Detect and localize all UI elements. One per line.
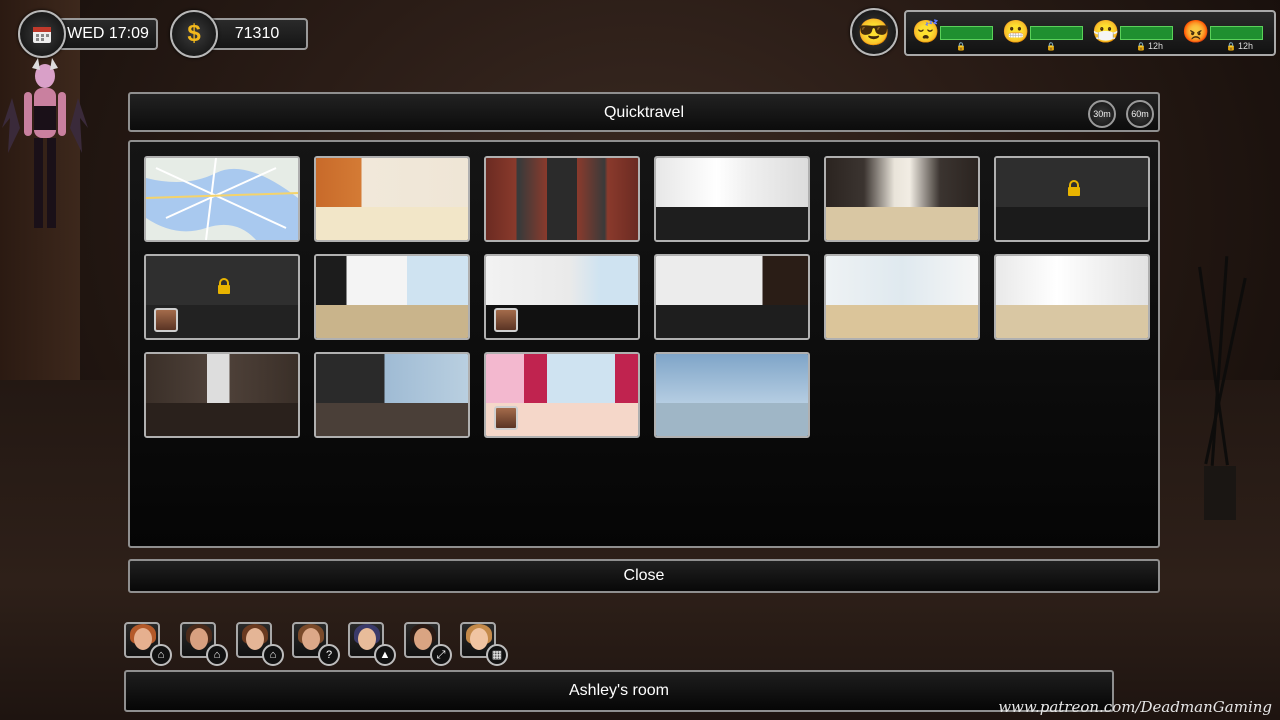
location-tile-hallway[interactable]	[654, 156, 810, 242]
current-location-label: Ashley's room	[124, 670, 1114, 712]
skip-30m-button[interactable]: 30m	[1088, 100, 1116, 128]
sunglasses-face-icon: 😎	[857, 16, 891, 47]
quicktravel-panel	[128, 140, 1160, 548]
location-tile-dark-room-locked[interactable]	[144, 254, 300, 340]
watermark: www.patreon.com/DeadmanGaming	[998, 698, 1272, 716]
datetime-display: WED 17:09	[58, 18, 158, 50]
money-text: 71310	[234, 25, 280, 42]
angry-face-icon: 😡	[1182, 19, 1210, 44]
calendar-button[interactable]	[18, 10, 66, 58]
need-meter[interactable]: 😷 🔒 12h	[1092, 16, 1180, 51]
mood-button[interactable]: 😎	[850, 8, 898, 56]
character-portrait	[494, 406, 518, 430]
building-icon: ▦	[486, 644, 508, 666]
need-meter[interactable]: 😬 🔒	[1002, 16, 1090, 51]
close-button[interactable]: Close	[128, 559, 1160, 593]
location-tile-kitchen[interactable]	[484, 254, 640, 340]
home-icon: ⌂	[206, 644, 228, 666]
money-button[interactable]: $	[170, 10, 218, 58]
skip-60m-button[interactable]: 60m	[1126, 100, 1154, 128]
location-tile-living-room[interactable]	[314, 254, 470, 340]
character-portrait	[494, 308, 518, 332]
police-hat-icon: ▲	[374, 644, 396, 666]
lock-icon: 🔒	[1136, 42, 1146, 51]
location-tile-bathroom[interactable]	[314, 352, 470, 438]
location-tile-bedroom-locked[interactable]	[994, 156, 1150, 242]
demon-character[interactable]	[2, 58, 88, 236]
location-tile-ashleys-room[interactable]	[484, 352, 640, 438]
need-bar	[940, 26, 993, 40]
need-timer: 12h	[1148, 41, 1164, 51]
location-tile-corridor[interactable]	[824, 156, 980, 242]
location-tile-tv-lounge[interactable]	[654, 254, 810, 340]
need-bar	[1210, 26, 1263, 40]
need-bar	[1030, 26, 1083, 40]
character-portrait	[154, 308, 178, 332]
calendar-icon	[33, 27, 51, 43]
home-icon: ⌂	[150, 644, 172, 666]
lock-icon: 🔒	[956, 42, 966, 51]
lock-icon	[1068, 180, 1080, 196]
need-meter[interactable]: 😴 🔒	[912, 16, 1000, 51]
lock-icon: 🔒	[1226, 42, 1236, 51]
quicktravel-title: Quicktravel	[603, 104, 685, 121]
dollar-icon: $	[187, 20, 201, 47]
decor-plant	[1198, 256, 1247, 520]
sleepy-face-icon: 😴	[912, 19, 940, 44]
lock-icon: 🔒	[1046, 42, 1056, 51]
location-tile-elevator[interactable]	[484, 156, 640, 242]
location-tile-lobby[interactable]	[314, 156, 470, 242]
need-timer: 12h	[1238, 41, 1254, 51]
location-tile-white-hallway[interactable]	[994, 254, 1150, 340]
home-icon: ⌂	[262, 644, 284, 666]
mask-face-icon: 😷	[1092, 19, 1120, 44]
expand-icon: ⤢	[430, 644, 452, 666]
need-bar	[1120, 26, 1173, 40]
needs-panel: 😴 🔒 😬 🔒 😷 🔒 12h 😡 🔒 12h	[904, 10, 1276, 56]
location-tile-city-view[interactable]	[654, 352, 810, 438]
location-tile-city-map[interactable]	[144, 156, 300, 242]
location-tile-stairs[interactable]	[824, 254, 980, 340]
need-meter[interactable]: 😡 🔒 12h	[1182, 16, 1270, 51]
datetime-text: WED 17:09	[67, 25, 149, 42]
money-display: 71310	[206, 18, 308, 50]
grimace-face-icon: 😬	[1002, 19, 1030, 44]
lock-icon	[218, 278, 230, 294]
question-icon: ?	[318, 644, 340, 666]
quicktravel-header: Quicktravel 30m 60m	[128, 92, 1160, 132]
location-tile-master-bedroom[interactable]	[144, 352, 300, 438]
